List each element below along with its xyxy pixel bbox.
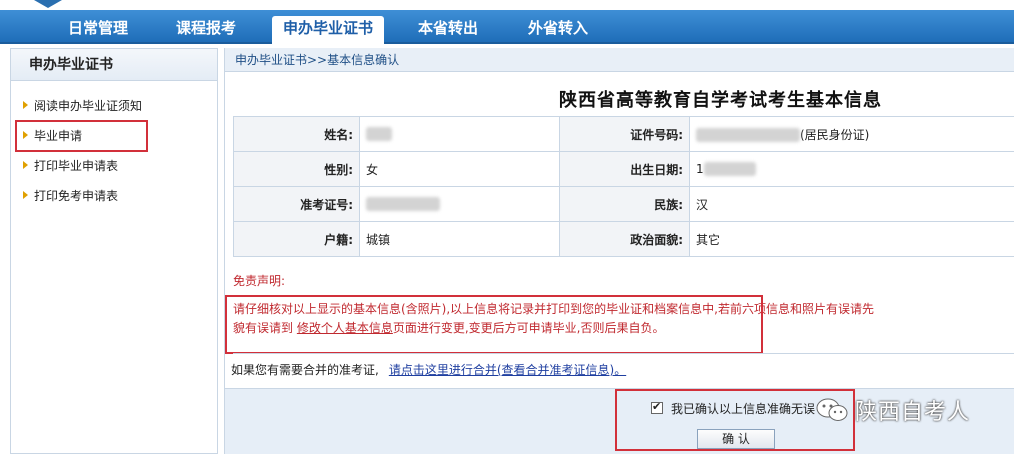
highlight-box-disclaimer <box>225 295 763 354</box>
merge-notice: 如果您有需要合并的准考证, 请点击这里进行合并(查看合并准考证信息)。 <box>231 363 627 377</box>
nav-graduation-certificate[interactable]: 申办毕业证书 <box>272 16 384 44</box>
highlight-box-graduation-apply <box>15 120 148 152</box>
top-strip <box>0 0 1014 10</box>
divider <box>233 353 1014 354</box>
breadcrumb: 申办毕业证书>>基本信息确认 <box>225 48 1014 72</box>
bullet-arrow-icon <box>23 101 28 109</box>
politics-value: 其它 <box>689 221 1014 257</box>
sidebar: 申办毕业证书 阅读申办毕业证须知 毕业申请 打印毕业申请表 打印免考申请表 <box>10 48 218 454</box>
nav-transfer-in[interactable]: 外省转入 <box>512 16 604 44</box>
ethnic-value: 汉 <box>689 186 1014 222</box>
redacted-id <box>696 128 800 142</box>
wechat-icon <box>816 398 848 421</box>
ethnic-label: 民族: <box>559 186 690 222</box>
watermark-text: 陕西自考人 <box>855 400 971 425</box>
nav-course-registration[interactable]: 课程报考 <box>160 16 252 44</box>
hukou-value: 城镇 <box>359 221 560 257</box>
gender-label: 性别: <box>233 151 360 187</box>
id-label: 证件号码: <box>559 116 690 152</box>
student-info-table: 姓名: 证件号码: (居民身份证) 性别: 女 出生日期: 1 准考证号: 民族… <box>233 116 1014 257</box>
sidebar-item-read-notice[interactable]: 阅读申办毕业证须知 <box>23 97 142 115</box>
redacted-name <box>366 127 392 142</box>
gender-value: 女 <box>359 151 560 187</box>
disclaimer-heading: 免责声明: <box>233 274 286 288</box>
merge-exam-cards-link[interactable]: 请点击这里进行合并(查看合并准考证信息)。 <box>389 363 626 377</box>
name-value <box>359 116 560 152</box>
bullet-arrow-icon <box>23 191 28 199</box>
nav-daily-management[interactable]: 日常管理 <box>50 16 146 44</box>
redacted-birth <box>703 162 756 177</box>
logo-arrow-icon <box>34 0 62 8</box>
page-title: 陕西省高等教育自学考试考生基本信息 <box>559 90 882 111</box>
birth-label: 出生日期: <box>559 151 690 187</box>
main-nav: 日常管理 课程报考 申办毕业证书 本省转出 外省转入 <box>0 10 1014 44</box>
exam-number-label: 准考证号: <box>233 186 360 222</box>
id-value: (居民身份证) <box>689 116 1014 152</box>
name-label: 姓名: <box>233 116 360 152</box>
sidebar-item-print-exempt-form[interactable]: 打印免考申请表 <box>23 187 118 205</box>
bullet-arrow-icon <box>23 161 28 169</box>
birth-value: 1 <box>689 151 1014 187</box>
politics-label: 政治面貌: <box>559 221 690 257</box>
exam-number-value <box>359 186 560 222</box>
watermark: 陕西自考人 <box>815 392 1010 428</box>
sidebar-item-print-apply-form[interactable]: 打印毕业申请表 <box>23 157 118 175</box>
hukou-label: 户籍: <box>233 221 360 257</box>
nav-transfer-out[interactable]: 本省转出 <box>402 16 494 44</box>
redacted-exam-number <box>366 197 440 212</box>
sidebar-title: 申办毕业证书 <box>11 49 217 81</box>
